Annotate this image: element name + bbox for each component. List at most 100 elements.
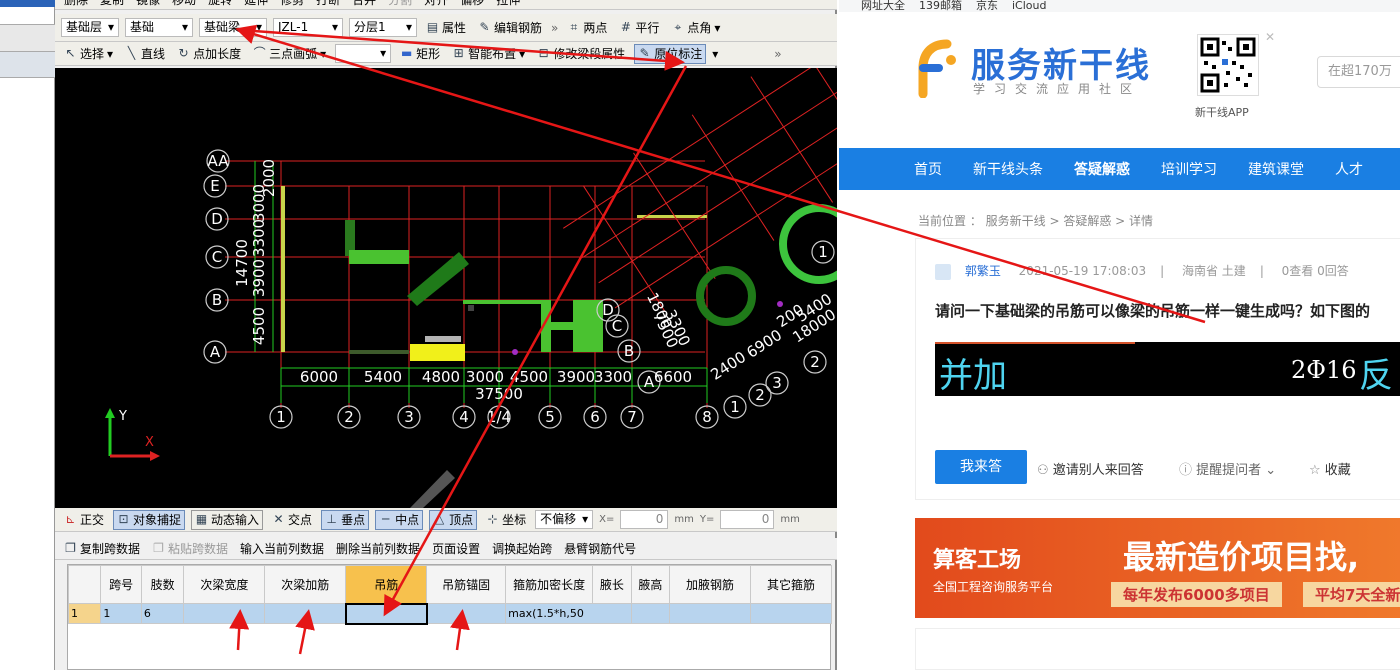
midpoint-button[interactable]: ─ 中点 <box>375 509 424 530</box>
stretch-button[interactable]: 拉伸 <box>493 0 523 9</box>
smart-layout-button[interactable]: ⊞ 智能布置 ▾ <box>449 44 528 64</box>
snap-button[interactable]: ⊡ 对象捕捉 <box>113 509 186 530</box>
original-label-button[interactable]: ✎ 原位标注 <box>634 43 707 64</box>
header-span-number[interactable]: 跨号 <box>100 565 142 604</box>
copy-button[interactable]: 复制 <box>97 0 127 9</box>
vertex-button[interactable]: △ 顶点 <box>429 509 478 530</box>
intersection-button[interactable]: ✕ 交点 <box>269 510 315 530</box>
coordinate-button[interactable]: ⊹ 坐标 <box>483 510 529 530</box>
extend-button[interactable]: 延伸 <box>241 0 271 9</box>
perpendicular-button[interactable]: ⊥ 垂点 <box>321 509 370 530</box>
line-button[interactable]: ╲ 直线 <box>122 44 168 64</box>
input-column-button[interactable]: 输入当前列数据 <box>237 539 327 559</box>
bookmark-item[interactable]: 139邮箱 <box>919 0 962 12</box>
header-legs[interactable]: 肢数 <box>140 565 185 604</box>
hanger-anchor-cell[interactable] <box>426 603 507 624</box>
delete-column-button[interactable]: 删除当前列数据 <box>333 539 423 559</box>
haunch-rebar-cell[interactable] <box>669 603 751 624</box>
offset-button[interactable]: 偏移 <box>457 0 487 9</box>
parallel-button[interactable]: # 平行 <box>616 18 662 38</box>
invite-button[interactable]: ⚇ 邀请别人来回答 <box>1037 459 1144 478</box>
move-button[interactable]: 移动 <box>169 0 199 9</box>
close-icon[interactable]: ✕ <box>1265 30 1275 44</box>
modify-span-button[interactable]: ⊟ 修改梁段属性 <box>534 44 628 64</box>
chevron-down-icon[interactable]: ▾ <box>712 47 718 61</box>
header-other-stirrups[interactable]: 其它箍筋 <box>750 565 832 604</box>
trim-button[interactable]: 修剪 <box>277 0 307 9</box>
cantilever-code-button[interactable]: 悬臂钢筋代号 <box>561 539 639 559</box>
break-button[interactable]: 打断 <box>313 0 343 9</box>
nav-training[interactable]: 培训学习 <box>1161 159 1217 179</box>
drawing-canvas[interactable]: AA E D C B A 1 2 3 4 1/4 5 6 7 8 D C B A… <box>55 68 837 508</box>
toolbar-overflow-icon[interactable]: » <box>551 21 558 35</box>
haunch-height-cell[interactable] <box>630 603 671 624</box>
hanger-rebar-cell[interactable] <box>344 602 428 625</box>
header-stirrup-dense-length[interactable]: 箍筋加密长度 <box>505 565 594 604</box>
site-logo[interactable]: 服务新干线 学习交流应用社区 <box>913 38 1173 99</box>
arc-options-dropdown[interactable]: ▾ <box>335 44 392 63</box>
author-name[interactable]: 郭繁玉 <box>965 264 1001 278</box>
left-strip-tab[interactable] <box>0 52 55 78</box>
mirror-button[interactable]: 镜像 <box>133 0 163 9</box>
align-button[interactable]: 对齐 <box>421 0 451 9</box>
search-input[interactable]: 在超170万 <box>1317 56 1400 88</box>
rotate-button[interactable]: 旋转 <box>205 0 235 9</box>
attributes-button[interactable]: ▤ 属性 <box>423 18 469 38</box>
y-field[interactable]: 0 <box>720 510 775 529</box>
ad-banner[interactable]: 算客工场 全国工程咨询服务平台 最新造价项目找, 每年发布6000多项目 平均7… <box>915 518 1400 618</box>
select-button[interactable]: ↖ 选择 ▾ <box>61 44 116 64</box>
bookmark-item[interactable]: 京东 <box>976 0 998 12</box>
answer-button[interactable]: 我来答 <box>935 450 1027 484</box>
copy-span-button[interactable]: ❐ 复制跨数据 <box>61 539 143 559</box>
point-length-button[interactable]: ↻ 点加长度 <box>174 44 244 64</box>
remind-button[interactable]: ⓘ 提醒提问者 ⌄ <box>1179 459 1276 478</box>
swap-start-span-button[interactable]: 调换起始跨 <box>489 539 555 559</box>
question-image[interactable]: 并加 2Φ16 反向 <box>935 342 1400 396</box>
ortho-button[interactable]: ⊾ 正交 <box>61 510 107 530</box>
paste-span-button[interactable]: ❐ 粘贴跨数据 <box>149 539 231 559</box>
x-field[interactable]: 0 <box>620 510 669 529</box>
intersection-icon: ✕ <box>273 512 284 526</box>
nav-qa[interactable]: 答疑解惑 <box>1074 159 1130 179</box>
offset-mode-dropdown[interactable]: 不偏移 ▾ <box>535 510 594 529</box>
nav-home[interactable]: 首页 <box>914 159 942 179</box>
secondary-beam-rebar-cell[interactable] <box>264 603 347 624</box>
page-setup-button[interactable]: 页面设置 <box>429 539 483 559</box>
category-dropdown[interactable]: 基础 ▾ <box>125 18 193 37</box>
nav-classroom[interactable]: 建筑课堂 <box>1248 159 1304 179</box>
bookmark-item[interactable]: 网址大全 <box>861 0 905 12</box>
dynamic-input-button[interactable]: ▦ 动态输入 <box>191 509 264 530</box>
arc-button[interactable]: ⌒ 三点画弧 ▾ <box>250 44 329 64</box>
pencil-icon: ✎ <box>639 46 650 60</box>
secondary-beam-width-cell[interactable] <box>183 603 266 624</box>
header-hanger-anchor[interactable]: 吊筋锚固 <box>426 565 507 604</box>
header-hanger-rebar[interactable]: 吊筋 <box>345 565 428 604</box>
header-haunch-length[interactable]: 腋长 <box>592 565 632 604</box>
beams <box>281 186 707 361</box>
toolbar-overflow-icon[interactable]: » <box>774 47 781 61</box>
legs-cell[interactable]: 6 <box>140 603 185 624</box>
point-angle-button[interactable]: ⌖ 点角 ▾ <box>668 18 723 38</box>
merge-button[interactable]: 合并 <box>349 0 379 9</box>
header-secondary-beam-width[interactable]: 次梁宽度 <box>183 565 266 604</box>
header-haunch-height[interactable]: 腋高 <box>630 565 671 604</box>
row-number-cell[interactable]: 1 <box>67 603 102 624</box>
split-button[interactable]: 分割 <box>385 0 415 9</box>
nav-headlines[interactable]: 新干线头条 <box>973 159 1043 179</box>
header-secondary-beam-rebar[interactable]: 次梁加筋 <box>264 565 347 604</box>
element-type-dropdown[interactable]: 基础梁 ▾ <box>199 18 267 37</box>
collect-button[interactable]: ☆ 收藏 <box>1309 459 1351 478</box>
two-points-button[interactable]: ⌗ 两点 <box>564 18 610 38</box>
sublayer-dropdown[interactable]: 分层1 ▾ <box>349 18 417 37</box>
stirrup-dense-length-cell[interactable]: max(1.5*h,50 <box>505 603 632 624</box>
header-haunch-rebar[interactable]: 加腋钢筋 <box>669 565 751 604</box>
rect-button[interactable]: ▬ 矩形 <box>397 44 443 64</box>
edit-rebar-button[interactable]: ✎ 编辑钢筋 <box>475 18 545 38</box>
bookmark-item[interactable]: iCloud <box>1012 0 1046 12</box>
span-number-cell[interactable]: 1 <box>100 603 142 624</box>
delete-button[interactable]: 删除 <box>61 0 91 9</box>
element-name-dropdown[interactable]: JZL-1 ▾ <box>273 18 343 37</box>
layer-dropdown[interactable]: 基础层 ▾ <box>61 18 119 37</box>
other-stirrups-cell[interactable] <box>750 603 832 624</box>
nav-talent[interactable]: 人才 <box>1335 159 1363 179</box>
